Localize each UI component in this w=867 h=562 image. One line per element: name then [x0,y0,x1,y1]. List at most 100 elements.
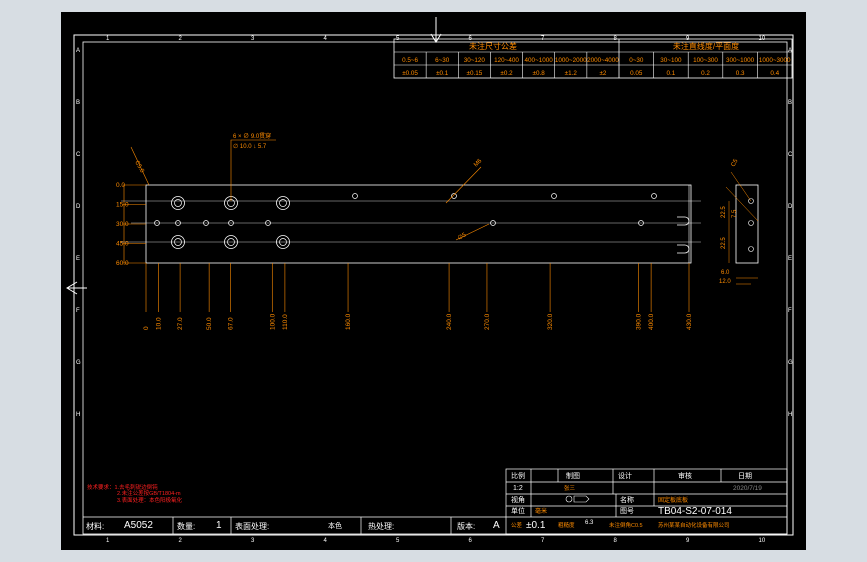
dimension-lines [123,184,690,312]
left-center-mark [66,281,87,295]
version-value: A [493,520,500,531]
callouts: 6 × ∅ 9.0贯穿 ∅ 10.0 ↓ 5.7 C5.0 M6 ∅5 [130,132,490,242]
zone-col-label: 4 [324,538,328,544]
tol-flat-value: 0.2 [701,70,710,77]
zone-col-label: 1 [106,538,110,544]
zone-col-label: 3 [251,36,255,42]
surface-value: 本色 [328,521,342,530]
cad-drawing-viewport[interactable]: 1 1 2 2 3 3 4 4 5 5 6 6 7 7 8 8 9 9 10 10 A A B B C C D D E E F F G G H H 0… [61,12,806,550]
tb-unmarked-label: 未注倒角C0.5 [609,521,643,529]
callout-chamfer: C5.0 [133,160,145,175]
bottom-bar-text: 材料: A5052 数量: 1 表面处理: 本色 热处理: 版本: A [86,520,500,531]
zone-col-label: 2 [179,36,183,42]
dim-horizontal-value: 50.0 [206,317,213,330]
callout-diag-hole: M6 [473,158,484,169]
tol-linear-range: 400~1000 [525,57,554,64]
zone-col-label: 1 [106,36,110,42]
dim-horizontal-value: 240.0 [446,313,453,330]
zone-col-label: 10 [759,538,766,544]
tb-drawing-no-label: 图号 [620,507,634,515]
zone-col-label: 4 [324,36,328,42]
dim-horizontal-value: 27.0 [177,317,184,330]
note-line-2: 2.未注公差按GB/T1804-m [117,489,181,497]
front-view [121,184,701,264]
zone-row-label: D [788,204,793,210]
tb-design-label: 设计 [618,471,632,480]
side-dim-5: 12.0 [719,279,731,285]
dim-horizontal-value: 110.0 [282,314,289,330]
zone-row-label: E [76,256,80,262]
callout-small-hole: ∅5 [457,231,468,242]
zone-row-label: B [788,100,792,106]
dim-vertical-value: 0.0 [116,182,125,189]
small-hole [451,193,457,199]
tb-unit-label: 单位 [511,506,525,515]
dim-horizontal-value: 320.0 [547,313,554,330]
zone-row-label: A [788,48,792,54]
tb-scale-label: 比例 [511,471,525,480]
tb-view-label: 视角 [511,495,525,504]
dim-horizontal-value: 400.0 [648,313,655,330]
zone-row-label: H [76,412,80,418]
tb-unit-value: 毫米 [535,507,547,515]
tb-projection-label: 制图 [566,471,580,480]
zone-row-label: E [788,256,792,262]
note-line-1: 技术要求：1.去毛刺锐边倒钝 [87,483,158,491]
callout-hole-sub: ∅ 10.0 ↓ 5.7 [233,143,267,150]
zone-row-label: G [76,360,81,366]
zone-labels: 1122334455667788991010A AB BC CD DE EF FG GH H [76,36,793,544]
zone-row-label: G [788,360,793,366]
dim-horizontal-value: 0 [143,326,150,330]
tol-linear-range: 6~30 [435,57,450,64]
zone-col-label: 6 [469,538,473,544]
side-dim-6: C5 [731,158,740,168]
side-dim-2: 22.5 [721,237,727,249]
slot-bottom [677,244,690,254]
tol-linear-value: ±0.15 [466,70,482,77]
tol-linear-value: ±1.2 [565,70,578,77]
dim-horizontal-value: 10.0 [156,317,163,330]
tol-flat-range: 100~300 [693,57,718,64]
zone-col-label: 2 [179,538,183,544]
small-hole [551,193,557,199]
tol-linear-value: ±2 [599,70,606,77]
side-dim-4: 6.0 [721,270,730,276]
inner-frame [82,41,788,535]
version-label: 版本: [457,521,475,531]
heat-label: 热处理: [368,521,394,531]
tol-flat-range: 300~1000 [726,57,755,64]
tol-flat-range: 30~100 [660,57,682,64]
note-line-3: 3.表面处理：本色阳极氧化 [117,496,183,504]
tol-flat-value: 0.05 [630,70,643,77]
small-hole [352,193,358,199]
counterbore-hole [276,196,290,210]
tol-linear-range: 30~120 [464,57,486,64]
zone-row-label: B [76,100,80,106]
through-hole [279,199,287,207]
tolerance-table: 0.5~6 ±0.05 6~30 ±0.1 30~120 ±0.15 120~400 ±0.2… [393,38,793,79]
tol-linear-value: ±0.1 [436,70,449,77]
zone-row-label: H [788,412,792,418]
view-symbol [565,495,590,503]
dim-horizontal-value: 100.0 [269,313,276,330]
through-hole [174,199,182,207]
side-dim-1: 22.5 [721,206,727,218]
tb-tolerance-value: ±0.1 [526,520,546,531]
zone-col-label: 8 [614,538,618,544]
tol-flat-range: 1000~3000 [759,57,791,64]
side-view: 22.5 22.5 7.5 6.0 12.0 C5 [719,158,759,285]
dim-horizontal-value: 430.0 [686,313,693,330]
quantity-value: 1 [216,520,222,531]
tb-date-value: 2020/7/19 [733,485,762,492]
tb-company: 苏州某某自动化设备有限公司 [658,521,730,529]
zone-row-label: A [76,48,80,54]
tol-linear-range: 1000~2000 [555,57,587,64]
counterbore-hole [171,196,185,210]
tb-part-name-value: 固定板底板 [658,496,688,504]
tol-flat-value: 0.3 [736,70,745,77]
dim-vertical-value: 30.0 [116,221,129,228]
zone-row-label: D [76,204,81,210]
zone-col-label: 7 [541,538,545,544]
dim-vertical-value: 15.0 [116,202,129,209]
tol-linear-range: 120~400 [494,57,519,64]
